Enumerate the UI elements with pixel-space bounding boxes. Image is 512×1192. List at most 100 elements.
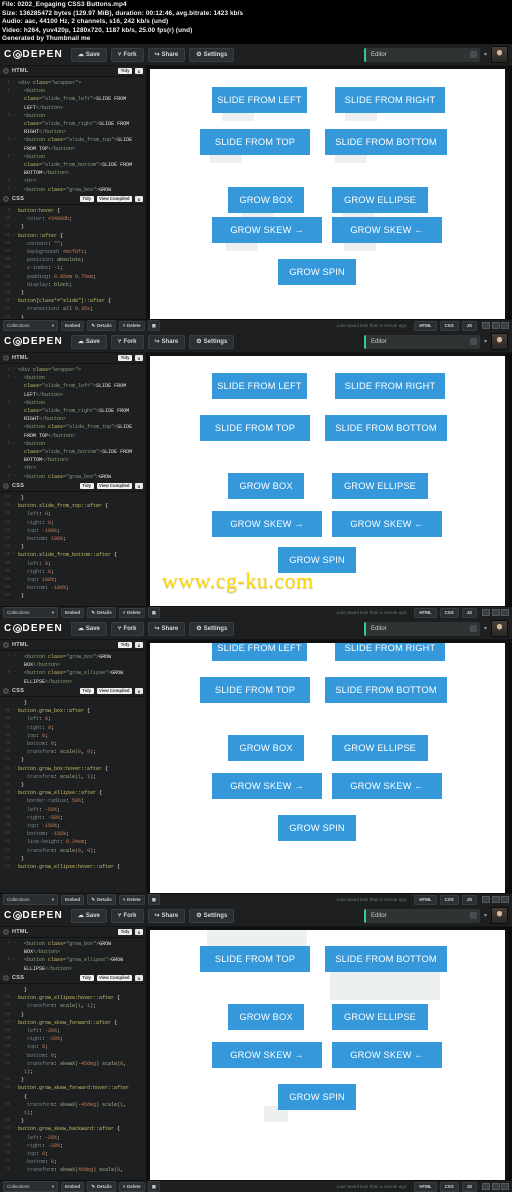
editor-settings-icon[interactable] (3, 929, 9, 935)
code-area-css1[interactable]: 22 } 23- button.slide_from_top::after {24 … (0, 492, 146, 607)
chevron-down-icon[interactable]: ▾ (484, 625, 487, 632)
code-area-css2[interactable]: } 35- button.grow_box::after {36 left: 0; 3… (0, 697, 146, 894)
editor-settings-icon[interactable] (3, 688, 9, 694)
view-compiled-button[interactable]: View Compiled (96, 195, 132, 203)
layout-option[interactable] (501, 1183, 509, 1190)
tidy-button[interactable]: Tidy (79, 195, 94, 203)
lang-tab-js[interactable]: JS (461, 320, 477, 331)
lang-tab-js[interactable]: JS (461, 894, 477, 905)
tidy-button[interactable]: Tidy (118, 354, 132, 362)
layout-option[interactable] (501, 609, 509, 616)
button-grow-skew-back[interactable]: GROW SKEW ← (332, 1042, 442, 1068)
button-grow-skew-back[interactable]: GROW SKEW ← (332, 773, 442, 799)
button-grow-ellipse[interactable]: GROW ELLIPSE (332, 473, 428, 499)
embed-button[interactable]: Embed (61, 607, 85, 618)
button-slide-left[interactable]: SLIDE FROM LEFT (212, 87, 307, 113)
editor-name-input[interactable]: Editor (363, 908, 480, 923)
button-grow-spin[interactable]: GROW SPIN (278, 815, 356, 841)
share-button[interactable]: ↪ Share (147, 47, 186, 62)
delete-button[interactable]: × Delete (118, 320, 145, 331)
button-grow-spin[interactable]: GROW SPIN (278, 259, 356, 285)
button-slide-right[interactable]: SLIDE FROM RIGHT (335, 373, 445, 399)
button-grow-box[interactable]: GROW BOX (228, 473, 304, 499)
save-button[interactable]: ☁ Save (70, 908, 107, 923)
delete-button[interactable]: × Delete (118, 1181, 145, 1192)
chevron-down-icon[interactable]: ▾ (484, 912, 487, 919)
button-grow-spin[interactable]: GROW SPIN (278, 547, 356, 573)
editor-close-button[interactable]: x (135, 68, 143, 74)
lang-tab-js[interactable]: JS (461, 607, 477, 618)
editor-close-button[interactable]: x (135, 688, 143, 694)
tidy-button[interactable]: Tidy (79, 974, 94, 982)
button-grow-skew-fwd[interactable]: GROW SKEW → (212, 773, 322, 799)
button-slide-top[interactable]: SLIDE FROM TOP (200, 415, 310, 441)
button-grow-box[interactable]: GROW BOX (228, 1004, 304, 1030)
lang-tab-html[interactable]: HTML (414, 320, 437, 331)
share-button[interactable]: ↪ Share (147, 334, 186, 349)
button-grow-skew-fwd[interactable]: GROW SKEW → (212, 217, 322, 243)
tidy-button[interactable]: Tidy (118, 67, 132, 75)
codepen-logo[interactable]: C DEPEN (4, 336, 63, 347)
preview-scrollbar[interactable] (508, 66, 512, 331)
lang-tab-html[interactable]: HTML (414, 607, 437, 618)
layout-option[interactable] (491, 609, 500, 616)
editor-close-button[interactable]: x (135, 929, 143, 935)
lang-tab-css[interactable]: CSS (439, 894, 459, 905)
lang-tab-html[interactable]: HTML (414, 894, 437, 905)
editor-settings-icon[interactable] (3, 483, 9, 489)
code-area-html1[interactable]: 1- <div class="wrapper"> 2- <button class=… (0, 364, 146, 481)
editor-close-button[interactable]: x (135, 642, 143, 648)
editor-settings-icon[interactable] (3, 642, 9, 648)
embed-button[interactable]: Embed (61, 1181, 85, 1192)
layout-option[interactable] (482, 896, 490, 903)
button-grow-box[interactable]: GROW BOX (228, 735, 304, 761)
delete-button[interactable]: × Delete (118, 894, 145, 905)
user-avatar[interactable] (491, 907, 508, 924)
collections-dropdown[interactable]: Collections ▾ (3, 607, 58, 618)
preview-scrollbar[interactable] (508, 927, 512, 1192)
delete-button[interactable]: × Delete (118, 607, 145, 618)
codepen-logo[interactable]: C DEPEN (4, 910, 63, 921)
button-slide-right[interactable]: SLIDE FROM RIGHT (335, 87, 445, 113)
button-slide-bottom[interactable]: SLIDE FROM BOTTOM (325, 129, 447, 155)
editor-name-input[interactable]: Editor (363, 334, 480, 349)
lang-tab-css[interactable]: CSS (439, 1181, 459, 1192)
fork-button[interactable]: ⑂ Fork (110, 621, 144, 636)
details-button[interactable]: ✎ Details (87, 320, 116, 331)
settings-button[interactable]: ⚙ Settings (189, 621, 235, 636)
view-compiled-button[interactable]: View Compiled (96, 974, 132, 982)
button-grow-skew-fwd[interactable]: GROW SKEW → (212, 1042, 322, 1068)
collections-dropdown[interactable]: Collections ▾ (3, 1181, 58, 1192)
layout-option[interactable] (491, 896, 500, 903)
fork-button[interactable]: ⑂ Fork (110, 47, 144, 62)
button-slide-top[interactable]: SLIDE FROM TOP (200, 677, 310, 703)
share-button[interactable]: ↪ Share (147, 908, 186, 923)
editor-close-button[interactable]: x (135, 975, 143, 981)
chevron-down-icon[interactable]: ▾ (484, 51, 487, 58)
editor-settings-icon[interactable] (3, 196, 9, 202)
maximize-button[interactable]: ▣ (147, 320, 161, 331)
details-button[interactable]: ✎ Details (87, 1181, 116, 1192)
button-slide-bottom[interactable]: SLIDE FROM BOTTOM (325, 677, 447, 703)
user-avatar[interactable] (491, 46, 508, 63)
tidy-button[interactable]: Tidy (118, 928, 132, 936)
details-button[interactable]: ✎ Details (87, 607, 116, 618)
editor-close-button[interactable]: x (135, 355, 143, 361)
layout-switcher[interactable] (482, 322, 509, 329)
editor-settings-icon[interactable] (3, 68, 9, 74)
layout-option[interactable] (482, 1183, 490, 1190)
settings-button[interactable]: ⚙ Settings (189, 908, 235, 923)
button-grow-skew-back[interactable]: GROW SKEW ← (332, 217, 442, 243)
collections-dropdown[interactable]: Collections ▾ (3, 320, 58, 331)
share-button[interactable]: ↪ Share (147, 621, 186, 636)
layout-option[interactable] (491, 322, 500, 329)
details-button[interactable]: ✎ Details (87, 894, 116, 905)
codepen-logo[interactable]: C DEPEN (4, 49, 63, 60)
button-grow-ellipse[interactable]: GROW ELLIPSE (332, 1004, 428, 1030)
maximize-button[interactable]: ▣ (147, 894, 161, 905)
lang-tab-html[interactable]: HTML (414, 1181, 437, 1192)
save-button[interactable]: ☁ Save (70, 621, 107, 636)
save-button[interactable]: ☁ Save (70, 334, 107, 349)
maximize-button[interactable]: ▣ (147, 1181, 161, 1192)
fork-button[interactable]: ⑂ Fork (110, 334, 144, 349)
